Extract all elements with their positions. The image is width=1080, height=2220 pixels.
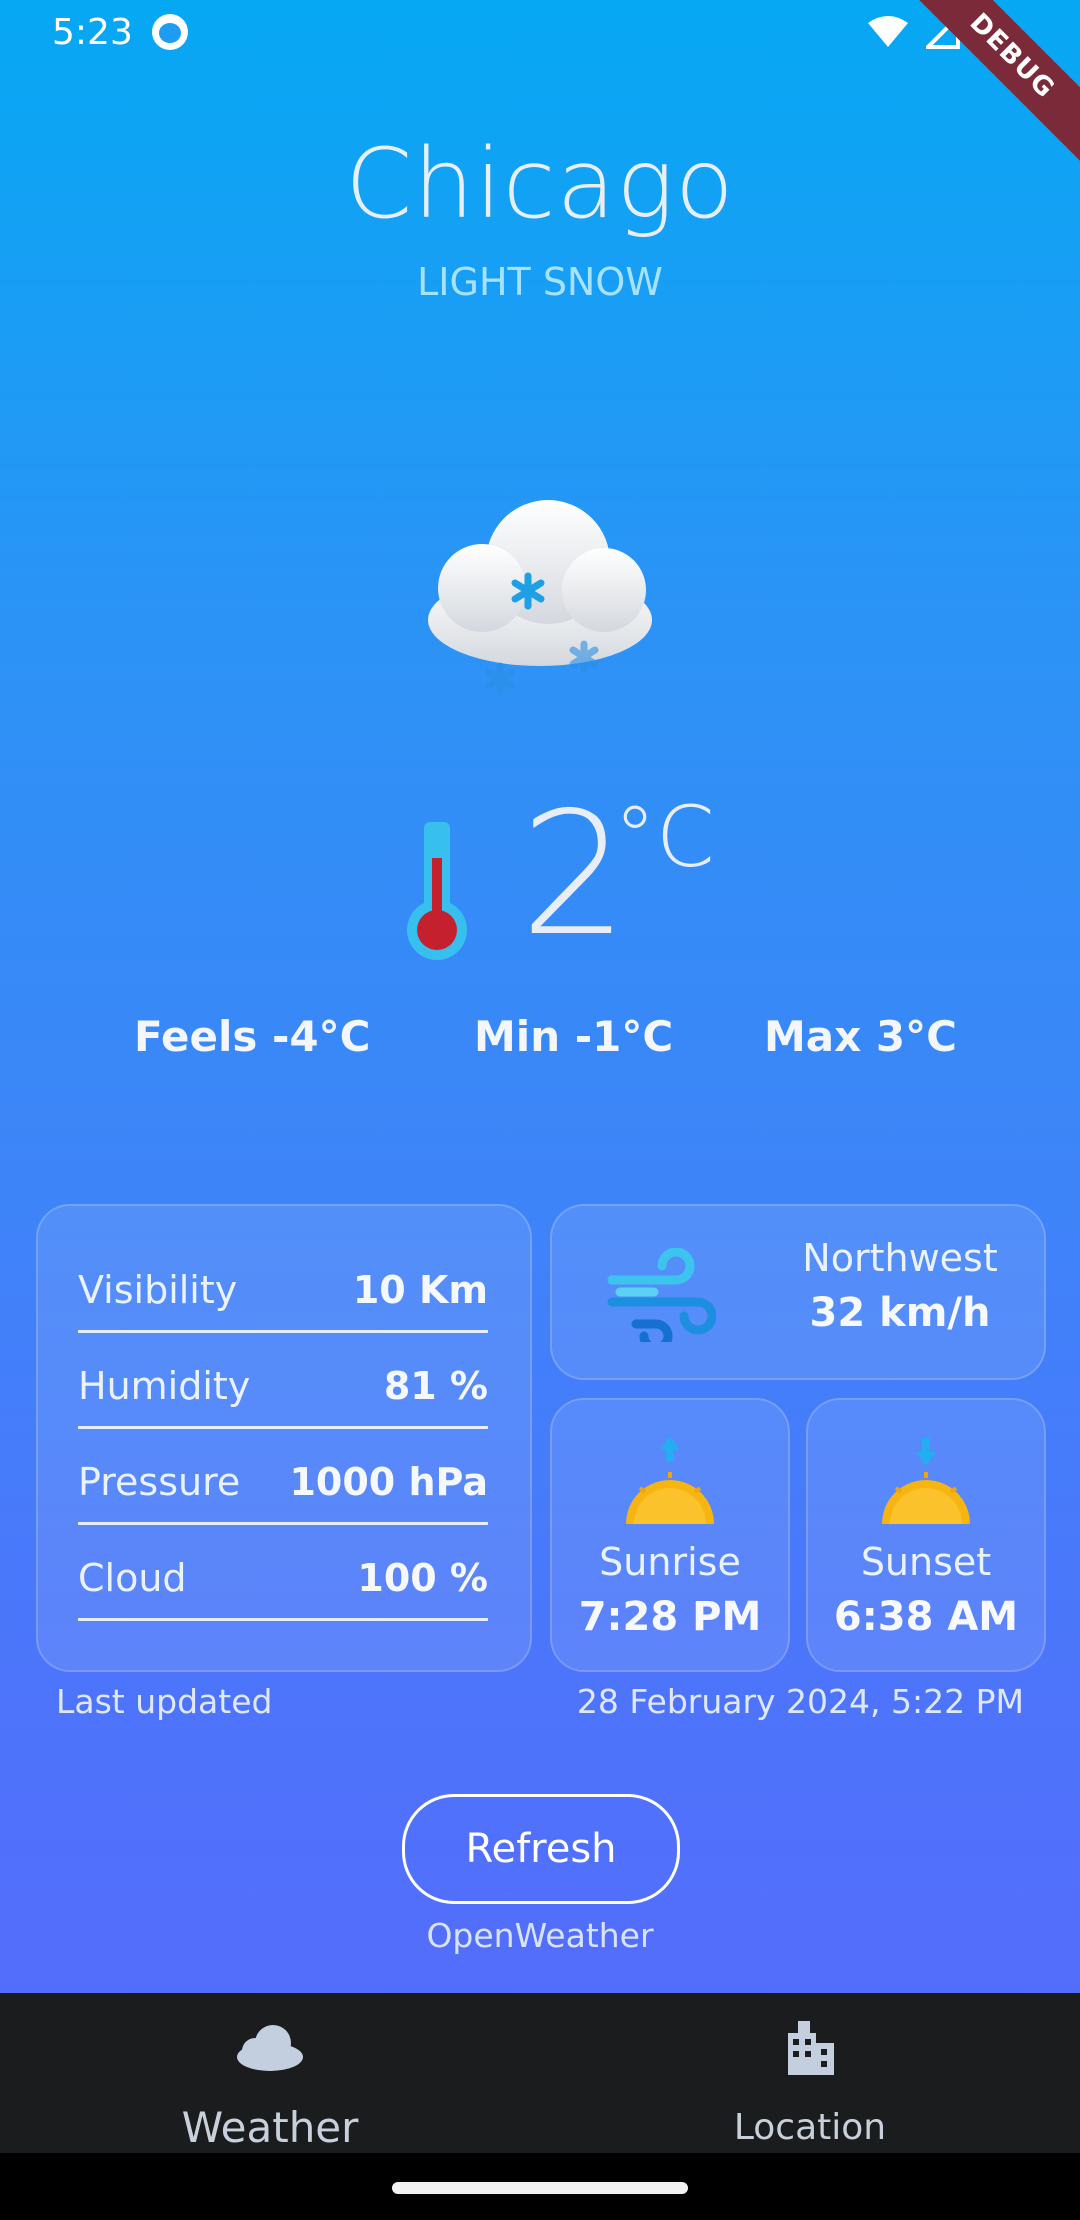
snow-cloud-icon: [428, 500, 652, 696]
sunrise-time: 7:28 PM: [578, 1594, 762, 1640]
wind-direction: Northwest: [802, 1236, 998, 1280]
detail-label: Pressure: [78, 1460, 241, 1504]
nav-location-label: Location: [733, 2107, 887, 2148]
max-temperature: Max 3°C: [764, 1012, 957, 1061]
sunrise-icon: [626, 1436, 714, 1524]
sunset-card: Sunset 6:38 AM: [806, 1398, 1046, 1672]
home-gesture-handle[interactable]: [392, 2182, 688, 2194]
nav-weather-label: Weather: [181, 2103, 359, 2152]
sunset-time: 6:38 AM: [833, 1594, 1019, 1640]
detail-value: 1000 hPa: [289, 1460, 488, 1504]
detail-row-humidity: Humidity 81 %: [78, 1330, 488, 1429]
refresh-button[interactable]: Refresh: [402, 1794, 680, 1904]
sunrise-label: Sunrise: [599, 1540, 741, 1584]
wifi-icon: [868, 16, 908, 47]
city-name: Chicago: [345, 128, 735, 240]
detail-value: 81 %: [383, 1364, 488, 1408]
temperature-unit: °C: [614, 788, 715, 886]
cloud-icon: [237, 2025, 303, 2071]
wind-card: Northwest 32 km/h: [550, 1204, 1046, 1380]
bottom-navigation: Weather Location: [0, 1993, 1080, 2153]
app-notification-icon: [152, 14, 188, 50]
detail-row-visibility: Visibility 10 Km: [78, 1234, 488, 1333]
last-updated-date: 28 February 2024, 5:22 PM: [576, 1682, 1024, 1721]
nav-weather[interactable]: Weather: [120, 1993, 420, 2153]
details-card: Visibility 10 Km Humidity 81 % Pressure …: [36, 1204, 532, 1672]
sunrise-card: Sunrise 7:28 PM: [550, 1398, 790, 1672]
min-temperature: Min -1°C: [474, 1012, 674, 1061]
feels-like: Feels -4°C: [134, 1012, 371, 1061]
detail-label: Humidity: [78, 1364, 251, 1408]
weather-screen: 5:23 DEBUG Chicago LIGHT SNOW 2 °C Feels…: [0, 0, 1080, 2220]
thermometer-icon: [407, 822, 467, 960]
detail-label: Cloud: [78, 1556, 187, 1600]
wind-icon: [607, 1248, 716, 1342]
sunset-icon: [882, 1438, 970, 1524]
detail-label: Visibility: [78, 1268, 238, 1312]
weather-condition: LIGHT SNOW: [417, 260, 663, 304]
provider-label: OpenWeather: [426, 1916, 654, 1955]
detail-value: 10 Km: [352, 1268, 488, 1312]
detail-row-cloud: Cloud 100 %: [78, 1522, 488, 1621]
sunset-label: Sunset: [860, 1540, 992, 1584]
detail-row-pressure: Pressure 1000 hPa: [78, 1426, 488, 1525]
detail-value: 100 %: [357, 1556, 488, 1600]
building-icon: [788, 2021, 834, 2075]
last-updated-label: Last updated: [56, 1682, 273, 1721]
status-time: 5:23: [52, 12, 133, 53]
wind-speed: 32 km/h: [809, 1290, 991, 1336]
nav-location[interactable]: Location: [660, 1993, 960, 2153]
temperature-value: 2: [520, 776, 629, 974]
